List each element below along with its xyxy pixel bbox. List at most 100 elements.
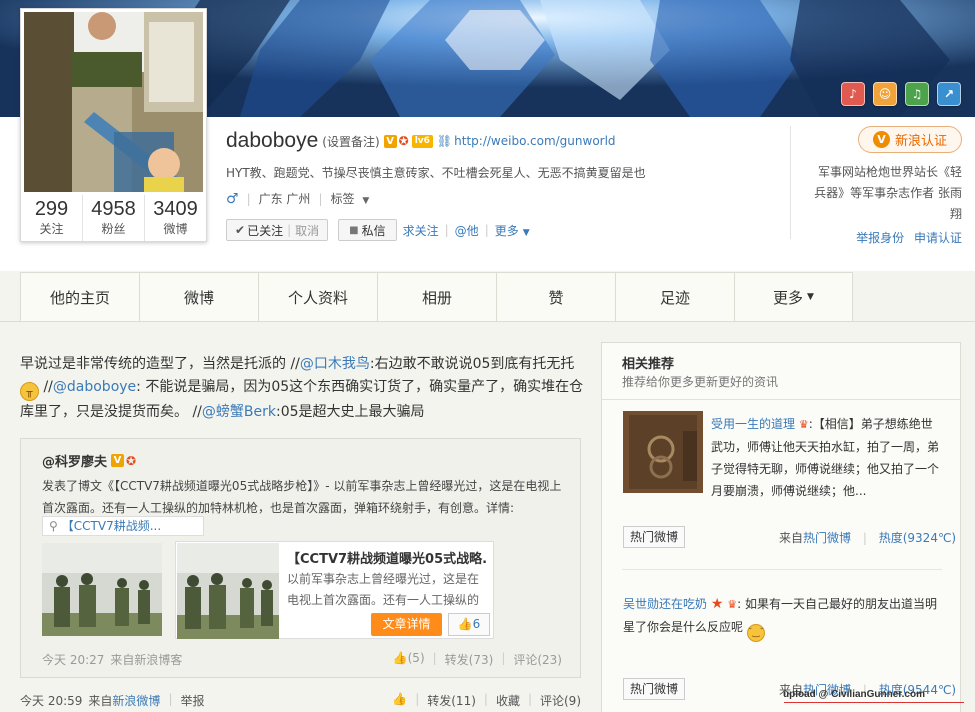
tags-dropdown[interactable]: 标签 ▼ [330,190,369,207]
repost-source-link[interactable]: 新浪博客 [134,651,182,668]
mention-link[interactable]: @螃蟹Berk [202,404,276,420]
request-follow-link[interactable]: 求关注 [403,222,439,239]
set-remark-link[interactable]: (设置备注) [322,133,379,150]
divider: | [168,692,173,706]
recommend-author-link[interactable]: 受用一生的道理 [711,417,795,431]
stat-posts[interactable]: 3409 微博 [145,195,206,241]
stat-following[interactable]: 299 关注 [21,195,83,241]
divider: | [527,692,532,706]
nav-tabs: 他的主页 微博 个人资料 相册 赞 足迹 更多 ▼ [20,272,853,322]
tab-profile[interactable]: 个人资料 [258,272,377,322]
music-icon[interactable]: ♫ [905,82,929,106]
post-body: 早说过是非常传统的造型了，当然是托派的 //@口木我鸟:右边敢不敢说说05到底有… [20,353,585,424]
microphone-icon[interactable]: ♪ [841,82,865,106]
stat-count: 3409 [153,198,198,220]
article-card: 【CCTV7耕战频道曝光05式战略... 以前军事杂志上曾经曝光过，这是在电视上… [175,541,494,639]
at-him-link[interactable]: @他 [455,222,479,239]
hot-weibo-tag[interactable]: 热门微博 [623,526,686,548]
recommend-source-link[interactable]: 热门微博 [803,531,851,545]
message-button[interactable]: ■ 私信 [338,219,397,241]
post-text-segment: // [39,379,53,395]
sidebar-title: 相关推荐 [622,357,675,372]
article-detail-button[interactable]: 文章详情 [371,613,442,636]
level-badge: lv6 [411,134,433,148]
tab-more[interactable]: 更多 ▼ [734,272,853,322]
recommend-heat: 热度(9324℃) [878,531,957,545]
photo-soldiers [177,543,279,639]
sina-verify-button[interactable]: V 新浪认证 [858,126,962,153]
divider [622,569,942,570]
divider: | [318,191,323,206]
thinking-emoji-icon: ˘‿˘ [746,624,765,642]
article-like-count: 6 [472,617,481,631]
avatar[interactable] [24,12,203,192]
post-text-segment: 早说过是非常传统的造型了，当然是托派的 // [20,356,300,372]
unfollow-link[interactable]: 取消 [295,222,319,239]
post-report-link[interactable]: 举报 [180,692,204,709]
divider: | [483,692,488,706]
chevron-down-icon: ▼ [362,196,370,206]
thumbs-up-icon: 👍 [392,692,408,706]
reposted-card: @科罗廖夫 V ✪ 发表了博文《【CCTV7耕战频道曝光05式战略步枪】》- 以… [20,438,581,678]
post-comment-link[interactable]: 评论(9) [540,692,581,709]
profile-name: daboboye [226,129,319,152]
repost-like-button[interactable]: 👍(5) [393,651,425,668]
tab-likes[interactable]: 赞 [496,272,615,322]
tab-weibo[interactable]: 微博 [139,272,258,322]
mention-link[interactable]: @daboboye [53,379,136,395]
article-like-button[interactable]: 👍6 [448,613,490,636]
recommend-author-link[interactable]: 吴世勋还在吃奶 [623,597,707,611]
photo-soldiers [42,543,162,636]
sidebar-subtitle: 推荐给你更多更新更好的资讯 [622,375,779,389]
article-link-chip[interactable]: ⚲ 【CCTV7耕战频... [42,516,204,536]
link-icon: ⛓ [436,134,453,148]
post-source-link[interactable]: 新浪微博 [112,692,160,709]
main-content: 早说过是非常传统的造型了，当然是托派的 //@口木我鸟:右边敢不敢说说05到底有… [0,322,975,712]
stat-label: 关注 [39,222,64,236]
mail-icon: ■ [349,224,359,236]
tab-album[interactable]: 相册 [377,272,496,322]
post-like-button[interactable]: 👍 [392,692,407,709]
stat-label: 微博 [163,222,188,236]
report-identity-link[interactable]: 举报身份 [856,231,904,245]
repost-time[interactable]: 今天 20:27 [42,651,104,668]
apply-verify-link[interactable]: 申请认证 [914,231,962,245]
mention-link[interactable]: @口木我鸟 [300,356,370,372]
homepage-link[interactable]: http://weibo.com/gunworld [454,134,615,148]
watermark-underline [784,702,964,703]
article-thumbnail[interactable] [177,543,279,639]
hot-weibo-tag[interactable]: 热门微博 [623,678,686,700]
share-icon[interactable]: ↗ [937,82,961,106]
stats-bar: 299 关注 4958 粉丝 3409 微博 [21,195,206,241]
more-actions-dropdown[interactable]: 更多 ▼ [495,222,530,239]
badge-icon[interactable]: ☺ [873,82,897,106]
post-forward-link[interactable]: 转发(11) [427,692,476,709]
tab-footprint[interactable]: 足迹 [615,272,734,322]
more-label: 更多 [494,223,519,238]
recommend-thumbnail[interactable] [623,411,703,493]
tags-label: 标签 [330,192,355,206]
cover-actions: ♪ ☺ ♫ ↗ [841,82,961,106]
stat-followers[interactable]: 4958 粉丝 [83,195,145,241]
repost-forward-link[interactable]: 转发(73) [445,651,494,668]
divider: | [287,223,292,237]
divider: | [246,191,251,206]
verify-label: 新浪认证 [894,134,947,149]
star-icon: ★ [710,596,724,612]
tab-home[interactable]: 他的主页 [20,272,139,322]
post-actions: 👍 | 转发(11) | 收藏 | 评论(9) [392,692,581,709]
article-title[interactable]: 【CCTV7耕战频道曝光05式战略... [287,548,487,567]
post-time[interactable]: 今天 20:59 [20,692,82,709]
recommend-text: 吴世勋还在吃奶 ★ ♛: 如果有一天自己最好的朋友出道当明星了你会是什么反应呢 … [623,593,943,642]
star-badge-icon: ✪ [126,453,137,468]
repost-image-thumbnail[interactable] [42,543,162,636]
verified-v-icon: V [111,454,125,467]
repost-like-count: (5) [407,651,425,665]
link-icon: ⚲ [49,519,58,533]
post-favorite-link[interactable]: 收藏 [496,692,520,709]
repost-author-link[interactable]: @科罗廖夫 [42,451,107,470]
repost-comment-link[interactable]: 评论(23) [513,651,562,668]
divider: | [432,651,437,665]
repost-actions: 👍(5) | 转发(73) | 评论(23) [393,651,562,668]
post-text-segment: :右边敢不敢说说05到底有托无托 [369,356,575,372]
